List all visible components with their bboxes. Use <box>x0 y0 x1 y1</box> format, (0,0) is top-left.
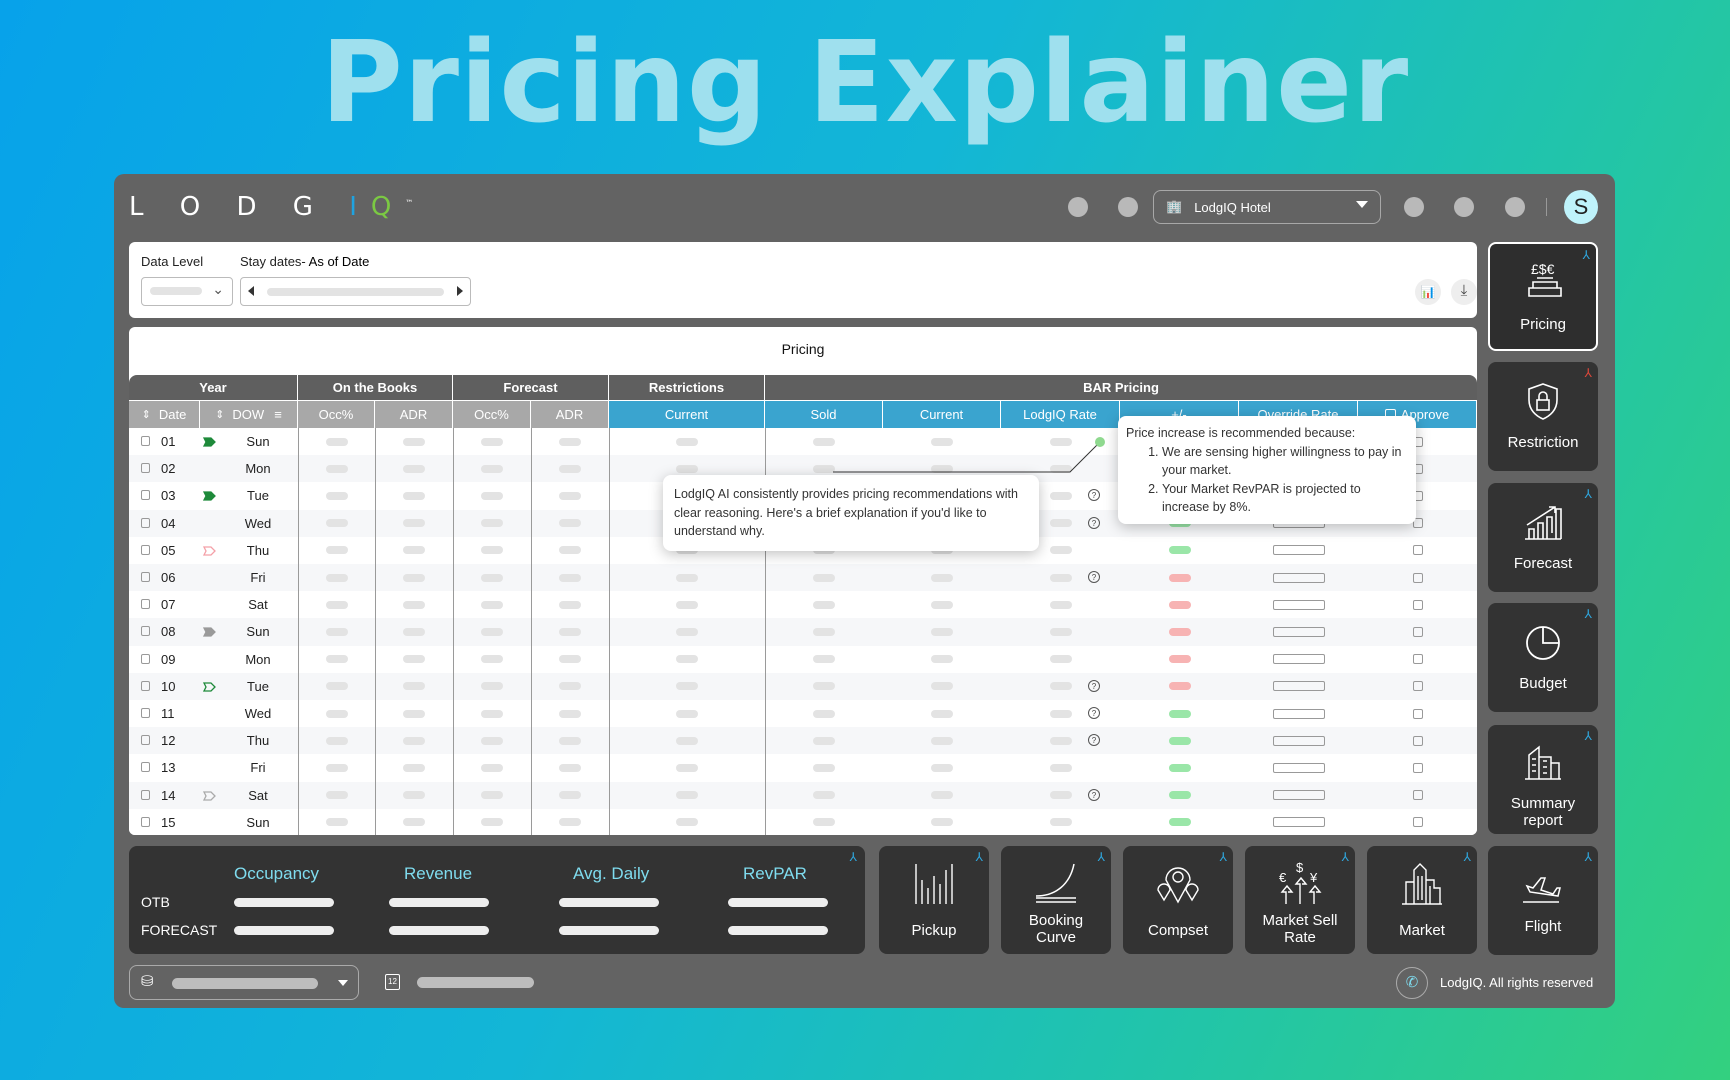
reason-title: Price increase is recommended because: <box>1126 426 1356 440</box>
card-booking-curve[interactable]: ⅄ Booking Curve <box>1001 846 1111 954</box>
date-display <box>417 977 534 988</box>
buildings-icon <box>1525 745 1561 780</box>
recommendation-dot[interactable] <box>1095 437 1105 447</box>
kpi-value-bar <box>728 926 828 935</box>
pin-icon[interactable]: ⅄ <box>1585 729 1592 743</box>
app-window: L O D G IQ™ 🏢 LodgIQ Hotel S Data Level … <box>114 174 1615 1008</box>
phone-icon: ✆ <box>1405 974 1419 991</box>
kpi-row-label: FORECAST <box>141 922 218 938</box>
kpi-header: Avg. Daily <box>573 864 650 883</box>
page-title: Pricing Explainer <box>320 18 1410 148</box>
sidebar-item-label: Budget <box>1519 675 1567 692</box>
kpi-value-bar <box>559 926 659 935</box>
sidebar-item-forecast[interactable]: ⅄ Forecast <box>1488 483 1598 592</box>
kpi-value-bar <box>234 926 334 935</box>
kpi-value-bar <box>389 898 489 907</box>
card-compset[interactable]: ⅄ Compset <box>1123 846 1233 954</box>
sidebar-item-label: Pricing <box>1520 316 1566 333</box>
svg-text:¥: ¥ <box>1309 870 1318 885</box>
city-icon <box>1402 863 1442 905</box>
pin-icon[interactable]: ⅄ <box>976 850 983 864</box>
pin-icon[interactable]: ⅄ <box>850 850 857 864</box>
card-label: Market <box>1399 922 1445 939</box>
svg-text:$: $ <box>1296 860 1304 875</box>
kpi-row-label: OTB <box>141 894 170 910</box>
kpi-header: RevPAR <box>743 864 807 883</box>
kpi-value-bar <box>728 898 828 907</box>
sidebar-item-label: Summary report <box>1510 795 1576 829</box>
caret-down-icon <box>338 980 348 991</box>
sidebar-item-restriction[interactable]: ⅄ Restriction <box>1488 362 1598 471</box>
database-select[interactable]: ⛁ <box>129 965 359 1000</box>
sidebar-item-budget[interactable]: ⅄ Budget <box>1488 603 1598 712</box>
card-label: Booking Curve <box>1028 912 1084 946</box>
airplane-icon <box>1523 877 1561 903</box>
calendar-icon[interactable]: 12 <box>385 974 400 990</box>
reason-item: We are sensing higher willingness to pay… <box>1162 443 1408 480</box>
curve-icon <box>1035 863 1076 903</box>
svg-text:£$€: £$€ <box>1531 261 1555 277</box>
pin-icon[interactable]: ⅄ <box>1585 850 1592 864</box>
kpi-header: Revenue <box>404 864 473 883</box>
card-label: Market Sell Rate <box>1262 912 1338 946</box>
kpi-panel: ⅄ Occupancy Revenue Avg. Daily RevPAR OTB FOR… <box>129 846 865 954</box>
svg-text:€: € <box>1279 870 1287 885</box>
database-icon: ⛁ <box>141 973 154 990</box>
kpi-header: Occupancy <box>234 864 320 883</box>
pin-icon[interactable]: ⅄ <box>1585 487 1592 501</box>
pie-chart-icon <box>1526 626 1560 660</box>
card-label: Compset <box>1147 922 1209 939</box>
sidebar-item-summary-report[interactable]: ⅄ Summary report <box>1488 725 1598 834</box>
currency-arrows-icon: € $ ¥ <box>1279 860 1322 904</box>
sidebar-item-label: Restriction <box>1507 434 1579 451</box>
kpi-value-bar <box>559 898 659 907</box>
bar-lines-icon <box>915 864 953 904</box>
pin-icon[interactable]: ⅄ <box>1342 850 1349 864</box>
pin-icon[interactable]: ⅄ <box>1583 248 1590 262</box>
card-market-sell-rate[interactable]: ⅄ € $ ¥ Market Sell Rate <box>1245 846 1355 954</box>
card-label: Pickup <box>911 922 957 939</box>
sidebar-item-label: Flight <box>1524 918 1562 935</box>
pin-icon[interactable]: ⅄ <box>1464 850 1471 864</box>
copyright: LodgIQ. All rights reserved <box>1440 975 1594 990</box>
forecast-chart-icon <box>1525 506 1562 540</box>
reason-item: Your Market RevPAR is projected to incre… <box>1162 480 1408 517</box>
pricing-icon: £$€ <box>1528 261 1562 297</box>
card-pickup[interactable]: ⅄ Pickup <box>879 846 989 954</box>
kpi-value-bar <box>389 926 489 935</box>
intro-tooltip: LodgIQ AI consistently provides pricing … <box>663 475 1039 551</box>
kpi-value-bar <box>234 898 334 907</box>
pin-icon[interactable]: ⅄ <box>1098 850 1105 864</box>
card-market[interactable]: ⅄ Market <box>1367 846 1477 954</box>
pin-icon[interactable]: ⅄ <box>1585 366 1592 380</box>
sidebar-item-label: Forecast <box>1513 555 1573 572</box>
phone-support-button[interactable]: ✆ <box>1396 967 1428 999</box>
pin-icon[interactable]: ⅄ <box>1220 850 1227 864</box>
pin-icon[interactable]: ⅄ <box>1585 607 1592 621</box>
sidebar-item-pricing[interactable]: ⅄ £$€ Pricing <box>1488 242 1598 351</box>
map-pins-icon <box>1157 867 1199 904</box>
lock-shield-icon <box>1528 383 1558 420</box>
sidebar-item-flight[interactable]: ⅄ Flight <box>1488 846 1598 955</box>
reason-tooltip: Price increase is recommended because: W… <box>1118 416 1416 524</box>
